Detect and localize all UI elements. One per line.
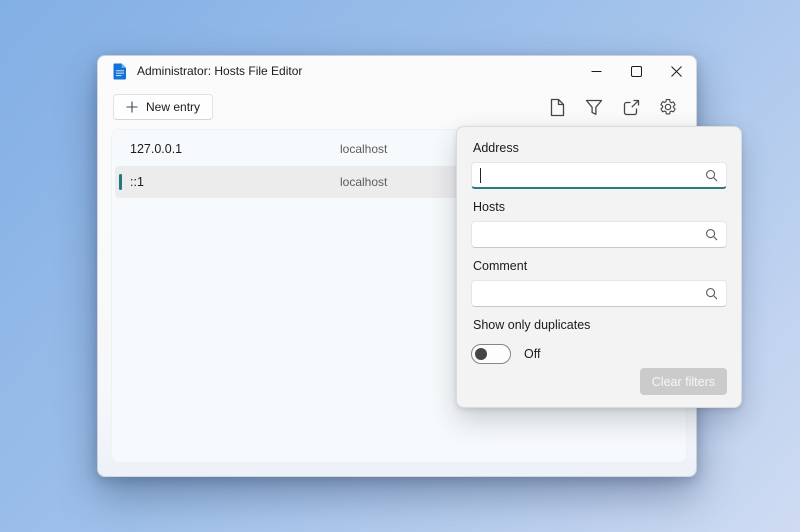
minimize-icon	[591, 66, 602, 77]
maximize-button[interactable]	[616, 56, 656, 86]
text-cursor	[480, 168, 481, 183]
comment-field-wrap	[471, 280, 727, 307]
selection-indicator	[119, 174, 122, 190]
comment-search-input[interactable]	[471, 280, 727, 307]
hosts-label: Hosts	[473, 200, 727, 214]
app-document-icon	[113, 63, 127, 80]
minimize-button[interactable]	[576, 56, 616, 86]
duplicates-toggle-line: Off	[471, 344, 727, 364]
comment-label: Comment	[473, 259, 727, 273]
entry-address: ::1	[130, 175, 340, 189]
toolbar: New entry	[98, 86, 696, 128]
clear-filters-button[interactable]: Clear filters	[640, 368, 727, 395]
address-label: Address	[473, 141, 727, 155]
show-only-duplicates-label: Show only duplicates	[473, 318, 727, 332]
titlebar: Administrator: Hosts File Editor	[98, 56, 696, 86]
address-field-wrap	[471, 162, 727, 189]
open-external-icon	[623, 99, 640, 116]
new-file-icon	[549, 98, 566, 117]
entry-hosts: localhost	[340, 175, 387, 189]
hosts-field-wrap	[471, 221, 727, 248]
maximize-icon	[631, 66, 642, 77]
entry-hosts: localhost	[340, 142, 387, 156]
address-search-input[interactable]	[471, 162, 727, 189]
hosts-search-input[interactable]	[471, 221, 727, 248]
toggle-state-label: Off	[524, 347, 540, 361]
toggle-knob-icon	[475, 348, 487, 360]
filter-flyout: Address Hosts Comment Show	[456, 126, 742, 408]
new-file-button[interactable]	[546, 96, 568, 118]
open-external-button[interactable]	[620, 96, 642, 118]
close-button[interactable]	[656, 56, 696, 86]
new-entry-label: New entry	[146, 100, 200, 114]
duplicates-toggle[interactable]	[471, 344, 511, 364]
toolbar-icons	[546, 96, 679, 118]
plus-icon	[126, 101, 138, 113]
filter-icon	[585, 99, 603, 116]
settings-button[interactable]	[657, 96, 679, 118]
settings-icon	[659, 98, 677, 116]
close-icon	[671, 66, 682, 77]
filter-button[interactable]	[583, 96, 605, 118]
window-title: Administrator: Hosts File Editor	[137, 64, 302, 78]
desktop: { "window": { "title": "Administrator: H…	[0, 0, 800, 532]
new-entry-button[interactable]: New entry	[113, 94, 213, 120]
window-controls	[576, 56, 696, 86]
entry-address: 127.0.0.1	[130, 142, 340, 156]
